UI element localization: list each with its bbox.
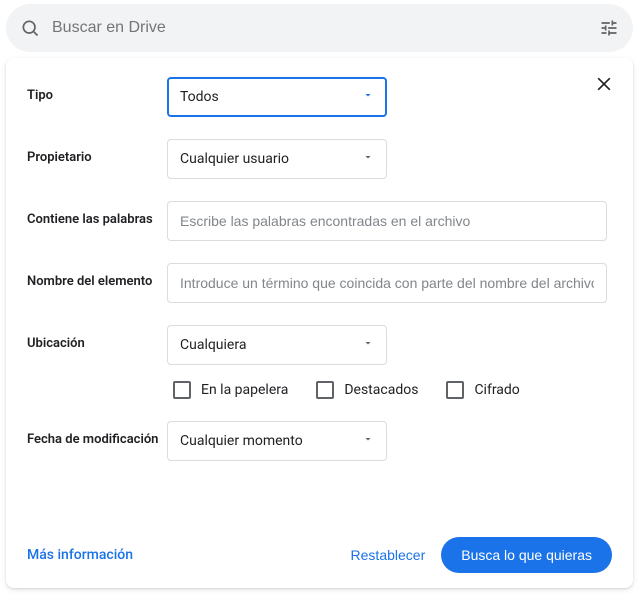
label-ubicacion: Ubicación (27, 325, 167, 353)
chevron-down-icon (362, 151, 374, 167)
row-propietario: Propietario Cualquier usuario (27, 139, 612, 179)
tune-icon[interactable] (599, 18, 619, 38)
row-tipo: Tipo Todos (27, 77, 612, 117)
search-icon (20, 18, 40, 38)
chevron-down-icon (362, 337, 374, 353)
checkbox-papelera[interactable]: En la papelera (173, 381, 288, 399)
chevron-down-icon (362, 433, 374, 449)
input-nombre[interactable] (167, 263, 607, 303)
more-info-link[interactable]: Más información (27, 547, 133, 563)
checkbox-box-icon (446, 381, 464, 399)
close-icon (594, 74, 614, 97)
checkbox-box-icon (173, 381, 191, 399)
search-bar (6, 4, 633, 52)
label-contiene: Contiene las palabras (27, 201, 167, 229)
ubicacion-checkbox-group: En la papelera Destacados Cifrado (173, 381, 612, 399)
select-tipo[interactable]: Todos (167, 77, 387, 117)
panel-scroll[interactable]: Tipo Todos Propietario Cualquier usuario (7, 59, 632, 523)
label-nombre: Nombre del elemento (27, 263, 167, 291)
input-contiene[interactable] (167, 201, 607, 241)
label-tipo: Tipo (27, 77, 167, 105)
select-ubicacion[interactable]: Cualquiera (167, 325, 387, 365)
checkbox-papelera-label: En la papelera (201, 382, 288, 398)
chevron-down-icon (362, 89, 374, 105)
select-ubicacion-value: Cualquiera (180, 337, 246, 353)
checkbox-destacados-label: Destacados (344, 382, 418, 398)
row-nombre: Nombre del elemento (27, 263, 612, 303)
row-ubicacion: Ubicación Cualquiera En la papelera De (27, 325, 612, 399)
select-propietario[interactable]: Cualquier usuario (167, 139, 387, 179)
checkbox-destacados[interactable]: Destacados (316, 381, 418, 399)
select-tipo-value: Todos (180, 89, 219, 105)
search-input[interactable] (52, 19, 587, 37)
advanced-search-panel: Tipo Todos Propietario Cualquier usuario (6, 58, 633, 588)
search-submit-button[interactable]: Busca lo que quieras (441, 537, 612, 573)
close-button[interactable] (588, 69, 620, 101)
label-propietario: Propietario (27, 139, 167, 167)
row-contiene: Contiene las palabras (27, 201, 612, 241)
checkbox-cifrado[interactable]: Cifrado (446, 381, 519, 399)
reset-button[interactable]: Restablecer (351, 547, 426, 563)
checkbox-box-icon (316, 381, 334, 399)
select-fecha-value: Cualquier momento (180, 433, 303, 449)
select-fecha[interactable]: Cualquier momento (167, 421, 387, 461)
checkbox-cifrado-label: Cifrado (474, 382, 519, 398)
label-fecha: Fecha de modificación (27, 421, 167, 449)
row-fecha: Fecha de modificación Cualquier momento (27, 421, 612, 461)
select-propietario-value: Cualquier usuario (180, 151, 289, 167)
panel-footer: Más información Restablecer Busca lo que… (7, 523, 632, 587)
